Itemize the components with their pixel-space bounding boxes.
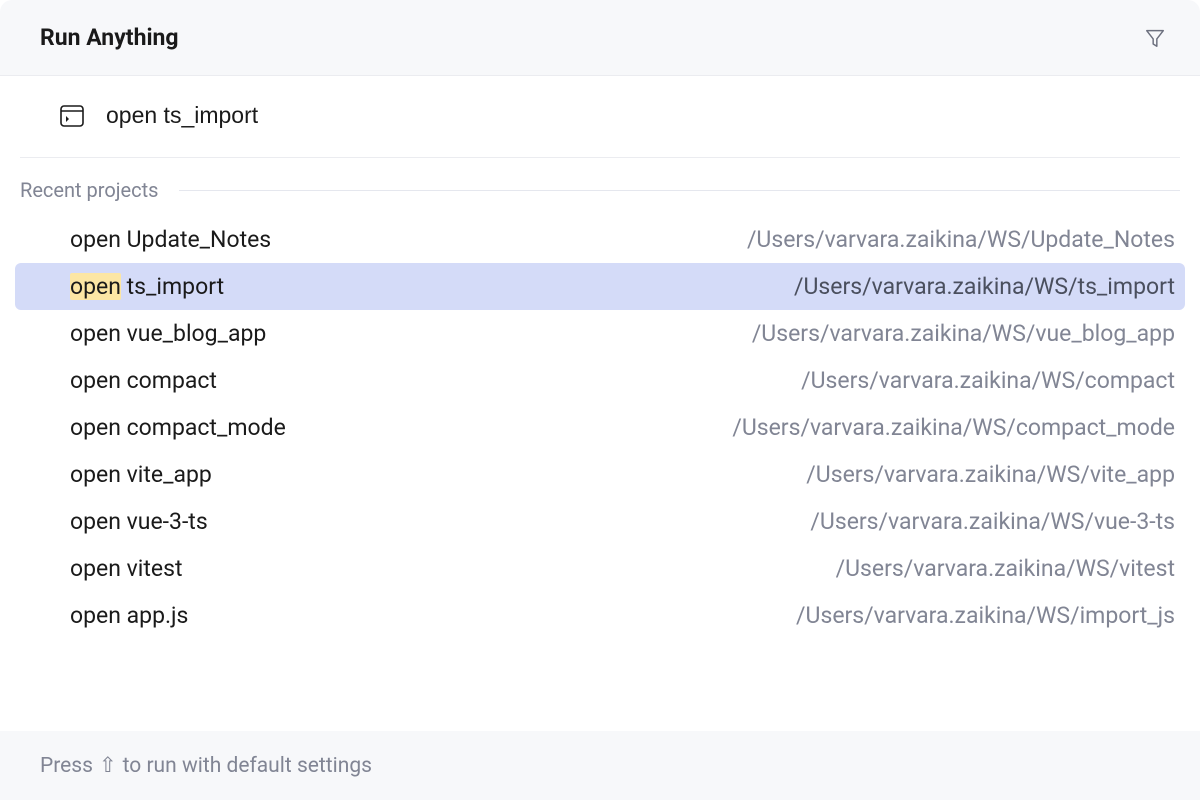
terminal-icon xyxy=(60,105,84,127)
result-path: /Users/varvara.zaikina/WS/compact_mode xyxy=(732,414,1185,441)
result-command: open vitest xyxy=(70,555,183,582)
result-command: open Update_Notes xyxy=(70,226,271,253)
result-path: /Users/varvara.zaikina/WS/ts_import xyxy=(794,273,1185,300)
result-command: open ts_import xyxy=(70,273,224,300)
section-header: Recent projects xyxy=(0,158,1200,216)
result-row[interactable]: open app.js/Users/varvara.zaikina/WS/imp… xyxy=(15,592,1185,639)
result-command: open compact_mode xyxy=(70,414,286,441)
result-row[interactable]: open Update_Notes/Users/varvara.zaikina/… xyxy=(15,216,1185,263)
dialog-title: Run Anything xyxy=(40,24,179,51)
result-row[interactable]: open compact_mode/Users/varvara.zaikina/… xyxy=(15,404,1185,451)
result-row[interactable]: open vue-3-ts/Users/varvara.zaikina/WS/v… xyxy=(15,498,1185,545)
result-command: open vue-3-ts xyxy=(70,508,208,535)
section-label: Recent projects xyxy=(20,178,159,202)
result-command: open app.js xyxy=(70,602,188,629)
footer-suffix: to run with default settings xyxy=(123,754,372,778)
footer-prefix: Press xyxy=(40,754,93,778)
result-path: /Users/varvara.zaikina/WS/vue_blog_app xyxy=(752,320,1185,347)
result-row[interactable]: open compact/Users/varvara.zaikina/WS/co… xyxy=(15,357,1185,404)
status-bar: Press ⇧ to run with default settings xyxy=(0,731,1200,800)
dialog-header: Run Anything xyxy=(0,0,1200,76)
result-row[interactable]: open vitest/Users/varvara.zaikina/WS/vit… xyxy=(15,545,1185,592)
result-path: /Users/varvara.zaikina/WS/vite_app xyxy=(806,461,1185,488)
result-row[interactable]: open vite_app/Users/varvara.zaikina/WS/v… xyxy=(15,451,1185,498)
command-input[interactable] xyxy=(106,102,1140,129)
match-highlight: open xyxy=(70,273,121,300)
result-command: open vite_app xyxy=(70,461,212,488)
footer-key: ⇧ xyxy=(99,753,117,778)
command-input-area[interactable] xyxy=(20,76,1180,158)
result-path: /Users/varvara.zaikina/WS/import_js xyxy=(796,602,1185,629)
result-row[interactable]: open ts_import/Users/varvara.zaikina/WS/… xyxy=(15,263,1185,310)
results-list: open Update_Notes/Users/varvara.zaikina/… xyxy=(0,216,1200,731)
section-divider xyxy=(179,190,1181,191)
filter-icon[interactable] xyxy=(1142,25,1168,51)
result-path: /Users/varvara.zaikina/WS/vue-3-ts xyxy=(810,508,1185,535)
result-row[interactable]: open vue_blog_app/Users/varvara.zaikina/… xyxy=(15,310,1185,357)
result-path: /Users/varvara.zaikina/WS/vitest xyxy=(836,555,1185,582)
result-path: /Users/varvara.zaikina/WS/Update_Notes xyxy=(747,226,1185,253)
result-path: /Users/varvara.zaikina/WS/compact xyxy=(801,367,1185,394)
result-command: open vue_blog_app xyxy=(70,320,266,347)
result-command: open compact xyxy=(70,367,217,394)
